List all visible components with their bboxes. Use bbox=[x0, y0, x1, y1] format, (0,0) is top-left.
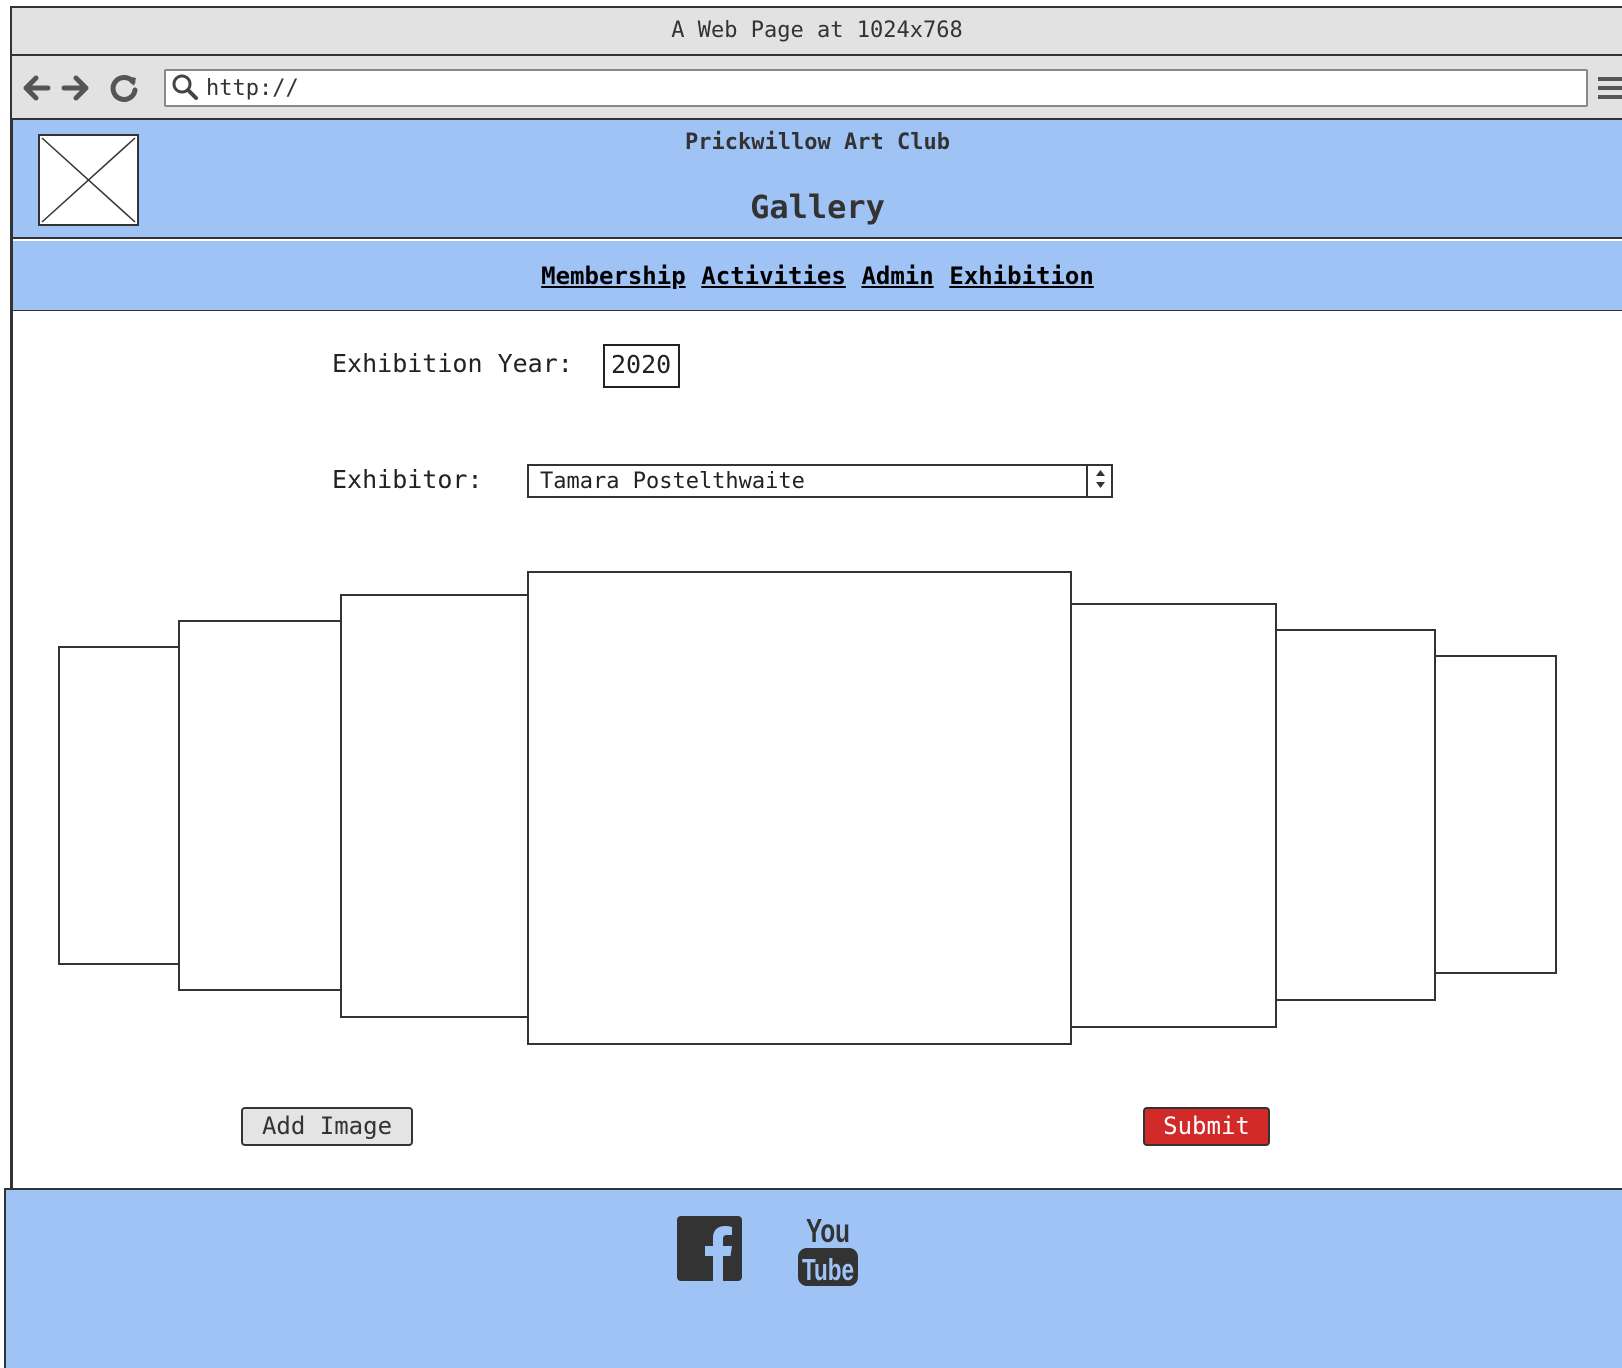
back-arrow-icon[interactable] bbox=[20, 72, 52, 104]
forward-arrow-icon[interactable] bbox=[60, 72, 92, 104]
exhibitor-spinner[interactable] bbox=[1086, 464, 1113, 498]
browser-title-bar: A Web Page at 1024x768 bbox=[10, 6, 1622, 56]
url-bar[interactable] bbox=[164, 69, 1588, 107]
exhibitor-selected-value: Tamara Postelthwaite bbox=[540, 469, 805, 494]
menu-item-activities[interactable]: Activities bbox=[701, 241, 846, 311]
svg-text:You: You bbox=[806, 1212, 850, 1249]
submit-button[interactable]: Submit bbox=[1143, 1107, 1270, 1146]
facebook-icon[interactable] bbox=[677, 1216, 742, 1281]
svg-text:Tube: Tube bbox=[802, 1252, 854, 1287]
exhibition-year-label: Exhibition Year: bbox=[332, 349, 573, 378]
youtube-icon[interactable]: You Tube bbox=[796, 1210, 860, 1288]
gallery-image-frame[interactable] bbox=[1275, 629, 1436, 1001]
gallery-image-frame[interactable] bbox=[340, 594, 530, 1018]
gallery-image-frame[interactable] bbox=[58, 646, 180, 965]
url-text: http:// bbox=[206, 76, 299, 101]
menu-item-exhibition[interactable]: Exhibition bbox=[949, 241, 1094, 311]
club-name: Prickwillow Art Club bbox=[685, 130, 950, 155]
spinner-up-icon bbox=[1096, 470, 1105, 476]
gallery-image-frame[interactable] bbox=[178, 620, 342, 991]
window-title: A Web Page at 1024x768 bbox=[671, 18, 963, 43]
add-image-button[interactable]: Add Image bbox=[241, 1107, 413, 1146]
hamburger-menu-icon[interactable] bbox=[1598, 74, 1622, 102]
page-title: Gallery bbox=[750, 188, 885, 226]
gallery-image-frame[interactable] bbox=[1070, 603, 1277, 1028]
spinner-down-icon bbox=[1096, 482, 1105, 488]
menu-item-admin[interactable]: Admin bbox=[861, 241, 933, 311]
gallery-image-frame[interactable] bbox=[1434, 655, 1557, 974]
gallery-main-image-frame[interactable] bbox=[527, 571, 1072, 1045]
menu-item-membership[interactable]: Membership bbox=[541, 241, 686, 311]
search-icon bbox=[171, 73, 199, 101]
exhibition-year-input[interactable]: 2020 bbox=[603, 344, 680, 388]
main-menu: Membership Activities Admin Exhibition bbox=[13, 241, 1622, 311]
exhibitor-label: Exhibitor: bbox=[332, 465, 483, 494]
reload-icon[interactable] bbox=[108, 72, 140, 104]
